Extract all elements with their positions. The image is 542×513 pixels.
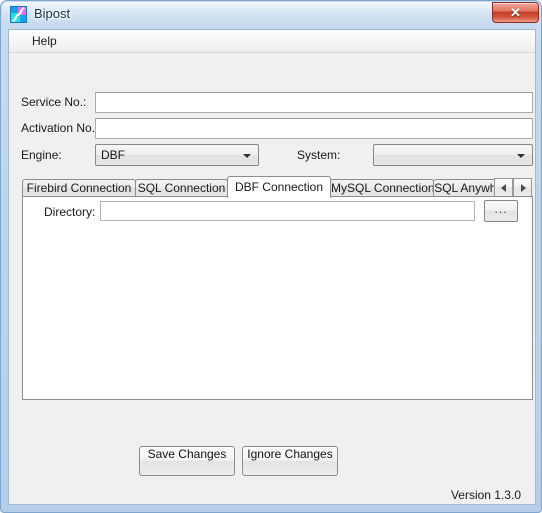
activation-no-input[interactable] — [95, 118, 533, 139]
engine-label: Engine: — [21, 148, 62, 162]
directory-label: Directory: — [44, 205, 96, 219]
tab-mysql-connection[interactable]: MySQL Connection — [330, 179, 434, 197]
chevron-down-icon — [243, 154, 251, 158]
logo-curve-icon — [12, 7, 25, 22]
application-window: Bipost ✕ Help Service No.: Activation No… — [0, 0, 542, 513]
window-title: Bipost — [34, 6, 71, 21]
close-icon: ✕ — [510, 5, 521, 20]
version-label: Version 1.3.0 — [450, 488, 521, 502]
tab-scroll-prev-button[interactable] — [494, 178, 513, 197]
tab-scroll-next-button[interactable] — [513, 178, 532, 197]
activation-no-label: Activation No.: — [21, 121, 99, 135]
engine-selected-value: DBF — [101, 148, 125, 162]
service-no-label: Service No.: — [21, 95, 87, 109]
tab-sql-connection[interactable]: SQL Connection — [135, 179, 228, 197]
ignore-changes-button[interactable]: Ignore Changes — [242, 446, 338, 476]
close-button[interactable]: ✕ — [492, 2, 539, 23]
connection-tab-control: Firebird Connection SQL Connection DBF C… — [22, 176, 533, 400]
system-label: System: — [297, 148, 341, 162]
directory-input[interactable] — [100, 201, 475, 221]
arrow-right-icon — [520, 183, 526, 192]
save-changes-button[interactable]: Save Changes — [139, 446, 235, 476]
tab-firebird-connection[interactable]: Firebird Connection — [22, 179, 136, 197]
tab-dbf-connection[interactable]: DBF Connection — [227, 176, 331, 198]
menu-bar: Help — [9, 30, 535, 53]
bipost-logo-icon — [10, 6, 27, 23]
menu-item-help[interactable]: Help — [27, 34, 62, 48]
title-bar[interactable]: Bipost ✕ — [1, 1, 542, 29]
tab-strip: Firebird Connection SQL Connection DBF C… — [22, 176, 533, 198]
client-area: Help Service No.: Activation No.: Engine… — [8, 29, 536, 505]
service-no-input[interactable] — [95, 92, 533, 113]
browse-directory-button[interactable]: ... — [484, 200, 518, 222]
system-combobox[interactable] — [373, 144, 533, 166]
chevron-down-icon — [517, 154, 525, 158]
dbf-connection-panel: Directory: ... — [22, 196, 533, 400]
arrow-left-icon — [500, 183, 506, 192]
engine-combobox[interactable]: DBF — [95, 144, 259, 166]
